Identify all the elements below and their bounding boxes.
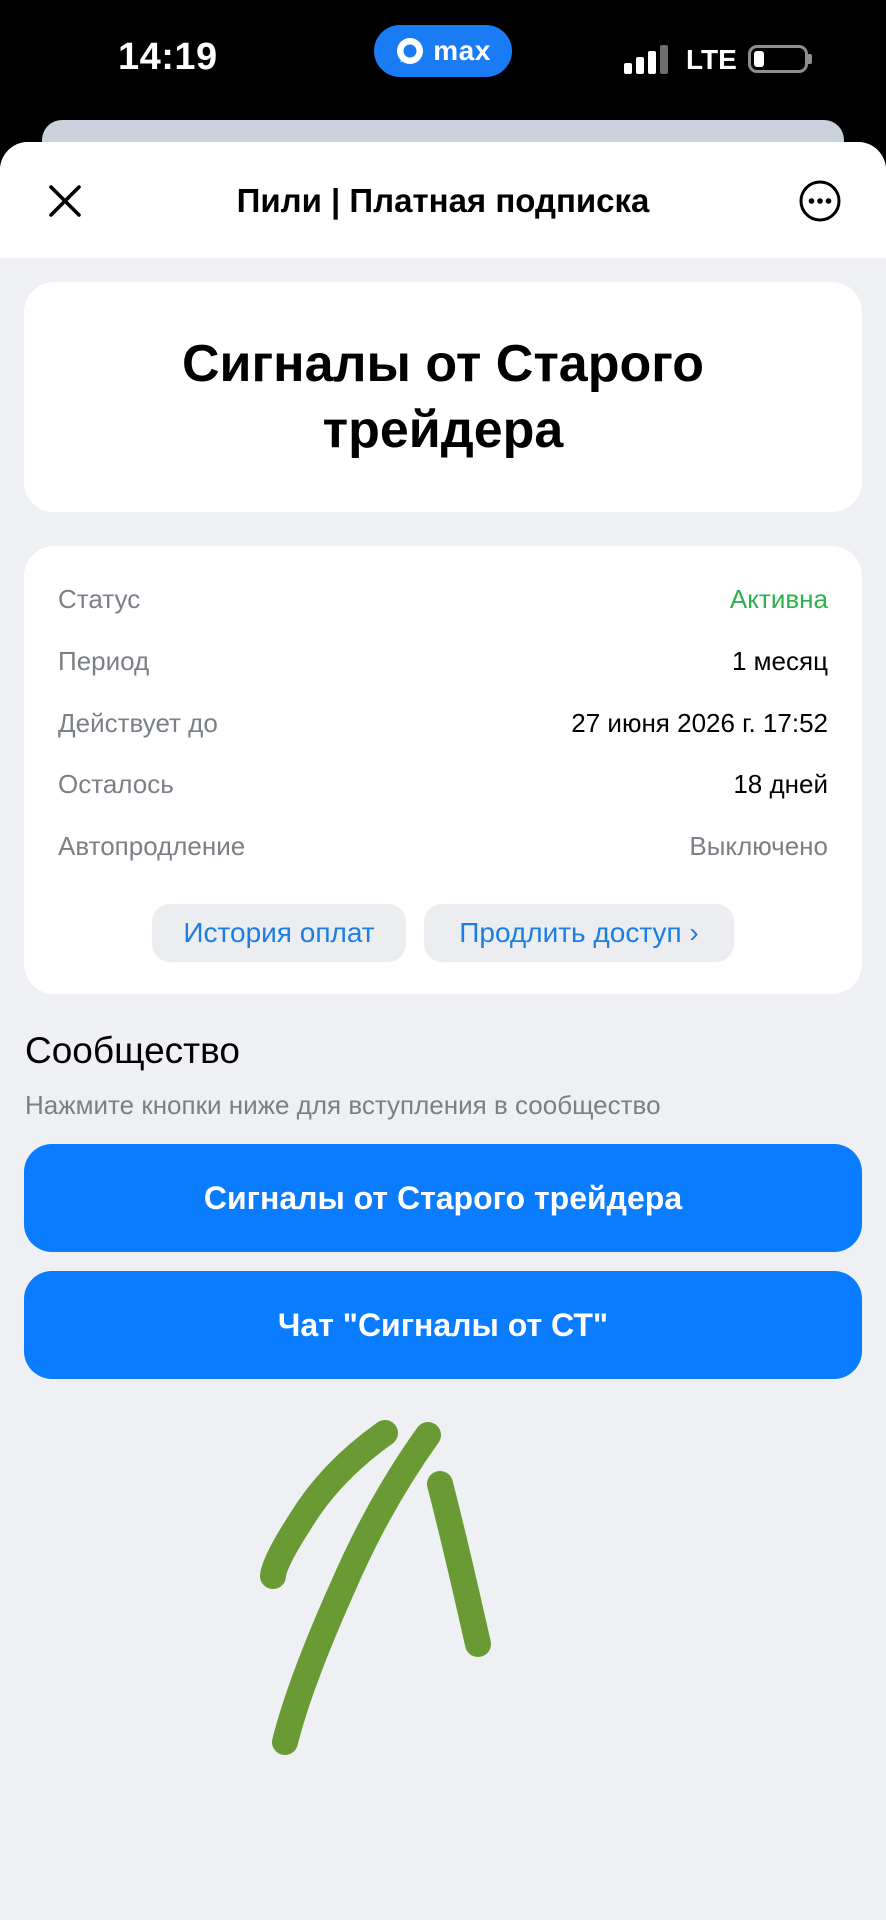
subscription-info-card: Статус Активна Период 1 месяц Действует … — [24, 546, 862, 994]
subscription-title-card: Сигналы от Старого трейдера — [24, 282, 862, 512]
signal-icon — [624, 44, 670, 74]
close-icon — [49, 185, 81, 217]
battery-cap — [808, 54, 812, 64]
info-row-status: Статус Активна — [58, 584, 828, 624]
info-row-remaining: Осталось 18 дней — [58, 769, 828, 809]
info-label: Статус — [58, 584, 141, 614]
community-heading: Сообщество — [25, 1030, 240, 1071]
remaining-value: 18 дней — [733, 769, 828, 799]
community-subtitle: Нажмите кнопки ниже для вступления в соо… — [25, 1090, 661, 1120]
max-logo-icon — [397, 38, 424, 64]
subscription-name: Сигналы от Старого трейдера — [182, 335, 704, 459]
status-bar: 14:19 max LTE — [0, 0, 886, 120]
info-label: Период — [58, 646, 150, 676]
join-signals-chat-button[interactable]: Чат "Сигналы от СТ" — [24, 1271, 862, 1379]
payment-history-button[interactable]: История оплат — [152, 904, 406, 962]
info-label: Действует до — [58, 708, 218, 738]
extend-access-button[interactable]: Продлить доступ › — [424, 904, 734, 962]
info-label: Осталось — [58, 769, 174, 799]
info-row-autorenew: Автопродление Выключено — [58, 831, 828, 871]
status-value: Активна — [729, 584, 828, 614]
app-pill-label: max — [433, 35, 491, 66]
sheet-header: Пили | Платная подписка — [0, 142, 886, 258]
close-button[interactable] — [40, 176, 90, 226]
join-signals-channel-button[interactable]: Сигналы от Старого трейдера — [24, 1144, 862, 1252]
network-label: LTE — [686, 44, 737, 75]
info-row-valid-until: Действует до 27 июня 2026 г. 17:52 — [58, 708, 828, 748]
period-value: 1 месяц — [732, 646, 828, 676]
autorenew-value: Выключено — [689, 831, 828, 861]
page-title: Пили | Платная подписка — [236, 182, 650, 219]
valid-until-value: 27 июня 2026 г. 17:52 — [571, 708, 828, 738]
info-row-period: Период 1 месяц — [58, 646, 828, 686]
battery-icon — [748, 45, 808, 73]
info-label: Автопродление — [58, 831, 246, 861]
more-icon — [799, 180, 841, 222]
app-pill[interactable]: max — [374, 25, 512, 77]
subscription-sheet: Пили | Платная подписка Сигналы от Старо… — [0, 142, 886, 1920]
status-time: 14:19 — [118, 36, 218, 78]
more-button[interactable] — [795, 176, 845, 226]
